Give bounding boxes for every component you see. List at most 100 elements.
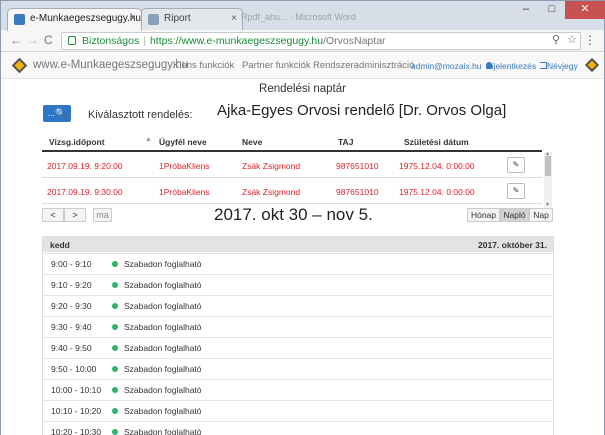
- tab-riport[interactable]: Riport ×: [141, 8, 243, 31]
- cell-client: 1PróbaKliens: [159, 161, 210, 171]
- tab-close-icon[interactable]: ×: [231, 13, 237, 24]
- prev-week-button[interactable]: <: [42, 208, 64, 222]
- free-dot-icon: [112, 345, 118, 351]
- time-slot[interactable]: 9:00 - 9:10 Szabadon foglalható: [43, 253, 553, 272]
- slot-status: Szabadon foglalható: [124, 280, 202, 290]
- slot-time: 10:10 - 10:20: [51, 406, 102, 416]
- sort-asc-icon[interactable]: ▲: [145, 136, 152, 143]
- edit-icon[interactable]: ✎: [507, 183, 525, 199]
- selected-office-value: Ajka-Egyes Orvosi rendelő [Dr. Orvos Olg…: [217, 102, 507, 119]
- free-dot-icon: [112, 366, 118, 372]
- appointments-table: Vizsg.időpont ▲ Ügyfél neve Neve TAJ Szü…: [42, 132, 552, 208]
- lock-icon: [68, 36, 76, 45]
- view-agenda-button[interactable]: Napló: [500, 208, 529, 222]
- cell-taj: 987651010: [336, 161, 379, 171]
- close-window-button[interactable]: ✕: [565, 1, 605, 19]
- maximize-button[interactable]: □: [539, 1, 565, 19]
- slot-time: 9:30 - 9:40: [51, 322, 92, 332]
- browser-toolbar: ← → C Biztonságos | https://www.e-munkaege…: [0, 30, 605, 52]
- slot-time: 9:40 - 9:50: [51, 343, 92, 353]
- col-client-name[interactable]: Ügyfél neve: [159, 137, 207, 147]
- tab-e-munkaegeszsegugy[interactable]: e-Munkaegeszsegugy.hu ×: [7, 8, 142, 31]
- col-exam-time[interactable]: Vizsg.időpont: [49, 137, 105, 147]
- background-window-title: Rpdf_ahu... - Microsoft Word: [241, 12, 356, 22]
- page-favicon-icon: [148, 14, 159, 25]
- free-dot-icon: [112, 282, 118, 288]
- next-week-button[interactable]: >: [64, 208, 86, 222]
- free-dot-icon: [112, 261, 118, 267]
- url-host: https://www.e-munkaegeszsegugy.hu: [149, 35, 324, 47]
- back-arrow-icon[interactable]: ←: [10, 33, 22, 47]
- edit-icon[interactable]: ✎: [507, 157, 525, 173]
- time-slot[interactable]: 10:20 - 10:30 Szabadon foglalható: [43, 421, 553, 435]
- app-navbar: www.e-Munkaegeszsegugy.hu Klens funkciók…: [1, 53, 604, 79]
- slot-time: 10:00 - 10:10: [51, 385, 102, 395]
- view-month-button[interactable]: Hónap: [467, 208, 500, 222]
- free-dot-icon: [112, 303, 118, 309]
- slot-status: Szabadon foglalható: [124, 259, 202, 269]
- slot-time: 9:20 - 9:30: [51, 301, 92, 311]
- address-separator: |: [143, 35, 146, 47]
- today-button[interactable]: ma: [93, 208, 112, 222]
- free-dot-icon: [112, 324, 118, 330]
- browser-menu-icon[interactable]: ⋮: [584, 33, 596, 47]
- browser-titlebar: e-Munkaegeszsegugy.hu × Riport × Rpdf_ah…: [0, 0, 605, 31]
- cell-name: Zsák Zsigmond: [242, 187, 301, 197]
- nav-card[interactable]: Névjegy: [547, 61, 578, 71]
- brand-logo-icon[interactable]: [11, 57, 28, 74]
- bookmark-star-icon[interactable]: ☆: [567, 33, 577, 46]
- free-dot-icon: [112, 387, 118, 393]
- nav-user[interactable]: admin@mozaix.hu: [411, 61, 492, 71]
- cell-time: 2017.09.19. 9:30:00: [47, 187, 123, 197]
- minimize-button[interactable]: –: [513, 1, 539, 19]
- day-header: kedd 2017. október 31.: [43, 237, 553, 252]
- slot-status: Szabadon foglalható: [124, 427, 202, 435]
- table-row[interactable]: 2017.09.19. 9:30:00 1PróbaKliens Zsák Zs…: [42, 179, 542, 204]
- time-slot[interactable]: 9:40 - 9:50 Szabadon foglalható: [43, 337, 553, 356]
- day-date: 2017. október 31.: [478, 240, 547, 250]
- agenda-list: kedd 2017. október 31. 9:00 - 9:10 Szabad…: [42, 236, 554, 435]
- page-title: Rendelési naptár: [259, 83, 346, 95]
- table-scrollbar[interactable]: ▲ ▼: [544, 151, 552, 208]
- time-slot[interactable]: 9:10 - 9:20 Szabadon foglalható: [43, 274, 553, 293]
- tab-close-icon[interactable]: ×: [130, 13, 136, 24]
- time-slot[interactable]: 9:50 - 10:00 Szabadon foglalható: [43, 358, 553, 377]
- view-day-button[interactable]: Nap: [529, 208, 553, 222]
- tab-label: Riport: [164, 13, 191, 24]
- cell-taj: 987651010: [336, 187, 379, 197]
- slot-time: 9:10 - 9:20: [51, 280, 92, 290]
- time-slot[interactable]: 10:10 - 10:20 Szabadon foglalható: [43, 400, 553, 419]
- col-taj[interactable]: TAJ: [338, 137, 353, 147]
- col-birth-date[interactable]: Születési dátum: [404, 137, 469, 147]
- window-border-left: [0, 30, 1, 435]
- nav-partner-functions[interactable]: Partner funkciók: [242, 60, 311, 71]
- select-office-button[interactable]: ...🔍: [43, 105, 71, 122]
- time-slot[interactable]: 9:20 - 9:30 Szabadon foglalható: [43, 295, 553, 314]
- reload-icon[interactable]: C: [44, 33, 53, 47]
- day-name: kedd: [50, 240, 70, 250]
- time-slot[interactable]: 10:00 - 10:10 Szabadon foglalható: [43, 379, 553, 398]
- address-bar[interactable]: Biztonságos | https://www.e-munkaegeszsegu…: [61, 32, 581, 50]
- table-header: Vizsg.időpont ▲ Ügyfél neve Neve TAJ Szü…: [42, 132, 542, 152]
- cell-name: Zsák Zsigmond: [242, 161, 301, 171]
- cell-birth: 1975.12.04. 0:00:00: [399, 161, 475, 171]
- user-email: admin@mozaix.hu: [411, 61, 482, 71]
- zoom-search-icon[interactable]: ⚲: [552, 33, 560, 46]
- cell-client: 1PróbaKliens: [159, 187, 210, 197]
- time-slot[interactable]: 9:30 - 9:40 Szabadon foglalható: [43, 316, 553, 335]
- site-favicon-icon: [14, 14, 25, 25]
- nav-logout[interactable]: Kijelentkezés: [486, 61, 548, 71]
- nav-system-admin[interactable]: Rendszeradminisztráció: [313, 60, 414, 71]
- slot-status: Szabadon foglalható: [124, 301, 202, 311]
- col-name[interactable]: Neve: [242, 137, 262, 147]
- slot-status: Szabadon foglalható: [124, 322, 202, 332]
- brand-link[interactable]: www.e-Munkaegeszsegugy.hu: [33, 59, 188, 71]
- scrollbar-thumb[interactable]: [545, 156, 551, 176]
- forward-arrow-icon[interactable]: →: [27, 33, 39, 47]
- table-row[interactable]: 2017.09.19. 9:20:00 1PróbaKliens Zsák Zs…: [42, 153, 542, 178]
- nav-client-functions[interactable]: Klens funkciók: [173, 60, 234, 71]
- free-dot-icon: [112, 408, 118, 414]
- slot-status: Szabadon foglalható: [124, 385, 202, 395]
- selected-office-label: Kiválasztott rendelés:: [88, 109, 193, 121]
- slot-time: 9:00 - 9:10: [51, 259, 92, 269]
